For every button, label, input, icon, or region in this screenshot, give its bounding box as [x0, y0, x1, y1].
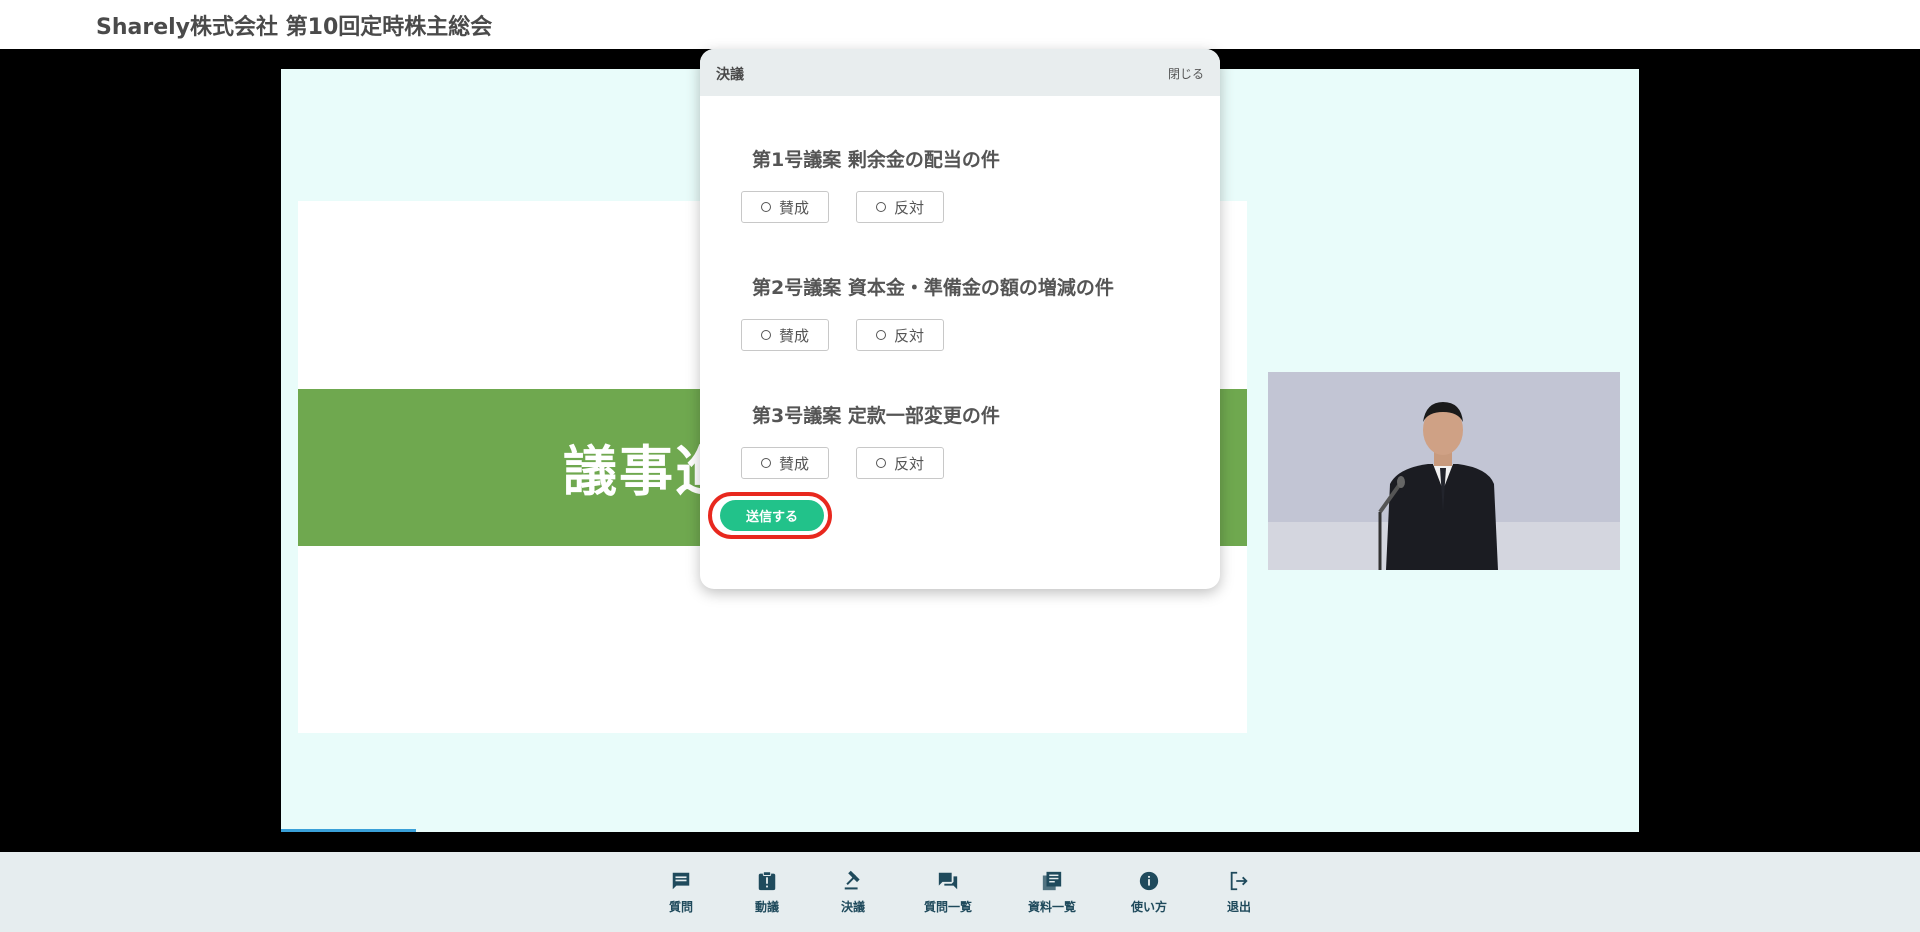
vote-for-label: 賛成: [778, 326, 809, 345]
proposal-title: 第2号議案 資本金・準備金の額の増減の件: [752, 277, 1114, 299]
gavel-icon: [844, 870, 860, 890]
vote-against-button[interactable]: 反対: [856, 191, 944, 223]
logout-icon: [1230, 871, 1248, 891]
proposal-title: 第3号議案 定款一部変更の件: [752, 405, 1000, 427]
toolbar-motion-label: 動議: [754, 900, 779, 914]
toolbar-motion[interactable]: 動議: [727, 870, 807, 915]
toolbar-documents-label: 資料一覧: [1027, 900, 1076, 914]
radio-icon: [875, 202, 886, 212]
meeting-title: Sharely株式会社 第10回定時株主総会: [96, 15, 493, 40]
vote-for-label: 賛成: [778, 198, 809, 217]
vote-against-button[interactable]: 反対: [856, 447, 944, 479]
submit-button[interactable]: 送信する: [720, 500, 824, 531]
info-icon: [1139, 871, 1159, 891]
toolbar-help[interactable]: 使い方: [1109, 870, 1189, 915]
vote-against-button[interactable]: 反対: [856, 319, 944, 351]
app-header: Sharely株式会社 第10回定時株主総会: [0, 0, 1920, 49]
vote-against-label: 反対: [893, 454, 924, 473]
close-button[interactable]: 閉じる: [1168, 65, 1204, 82]
proposal-title: 第1号議案 剰余金の配当の件: [752, 149, 1000, 171]
toolbar-question-list[interactable]: 質問一覧: [908, 870, 988, 915]
documents-icon: [1042, 871, 1062, 891]
toolbar-resolution[interactable]: 決議: [813, 870, 893, 915]
vote-against-label: 反対: [893, 326, 924, 345]
toolbar-exit-label: 退出: [1226, 900, 1251, 914]
radio-icon: [760, 330, 771, 340]
vote-for-button[interactable]: 賛成: [741, 191, 829, 223]
toolbar-question-label: 質問: [668, 900, 693, 914]
toolbar-question[interactable]: 質問: [641, 870, 721, 915]
speaker-video: [1268, 372, 1620, 570]
radio-icon: [760, 458, 771, 468]
motion-clipboard-icon: [758, 871, 776, 891]
forum-icon: [938, 872, 958, 890]
toolbar-exit[interactable]: 退出: [1199, 870, 1279, 915]
slide-progress-bar: [281, 829, 416, 832]
modal-title: 決議: [716, 67, 744, 83]
radio-icon: [875, 458, 886, 468]
toolbar-documents[interactable]: 資料一覧: [1012, 870, 1092, 915]
vote-for-button[interactable]: 賛成: [741, 319, 829, 351]
toolbar-resolution-label: 決議: [840, 900, 865, 914]
vote-for-label: 賛成: [778, 454, 809, 473]
comment-icon: [672, 872, 690, 890]
radio-icon: [760, 202, 771, 212]
vote-against-label: 反対: [893, 198, 924, 217]
radio-icon: [875, 330, 886, 340]
toolbar-question-list-label: 質問一覧: [923, 900, 972, 914]
toolbar-help-label: 使い方: [1130, 900, 1167, 914]
vote-for-button[interactable]: 賛成: [741, 447, 829, 479]
modal-header: 決議 閉じる: [700, 49, 1220, 96]
bottom-toolbar: 質問 動議 決議 質問一覧 資料一覧 使い方 退出: [0, 852, 1920, 932]
speaker-figure: [1268, 372, 1620, 570]
resolution-modal: 決議 閉じる 第1号議案 剰余金の配当の件 賛成 反対 第2号議案 資本金・準備…: [700, 49, 1220, 589]
